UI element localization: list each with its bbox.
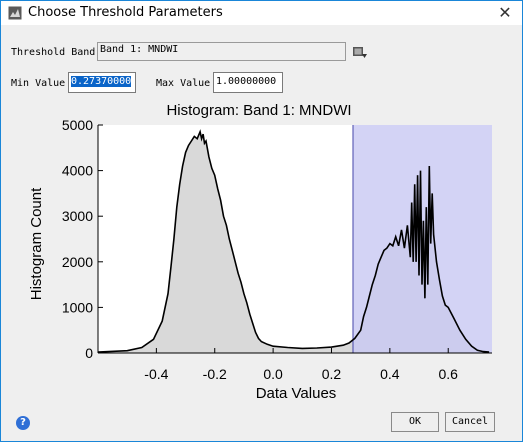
x-tick-label: -0.2 (203, 366, 227, 382)
x-axis-label: Data Values (256, 385, 337, 402)
x-tick-label: 0.2 (322, 366, 342, 382)
max-value-text: 1.00000000 (216, 76, 277, 87)
threshold-band-value: Band 1: MNDWI (100, 44, 179, 55)
title-bar: Choose Threshold Parameters ✕ (1, 1, 522, 25)
y-axis-label: Histogram Count (28, 187, 45, 300)
x-tick-label: 0.0 (263, 366, 283, 382)
ok-button[interactable]: OK (391, 412, 439, 432)
y-tick-label: 4000 (62, 163, 93, 179)
envi-app-icon (8, 6, 22, 20)
threshold-band-field[interactable]: Band 1: MNDWI (97, 42, 346, 61)
close-button[interactable]: ✕ (494, 3, 516, 23)
dialog-window: Choose Threshold Parameters ✕ Threshold … (0, 0, 523, 442)
threshold-band-label: Threshold Band (11, 47, 96, 58)
y-tick-label: 3000 (62, 208, 93, 224)
dialog-title: Choose Threshold Parameters (28, 5, 223, 20)
y-tick-label: 1000 (62, 299, 93, 315)
histogram-chart[interactable]: Histogram: Band 1: MNDWI Histogram Count… (1, 99, 522, 409)
min-value-text: 0.27370000 (71, 76, 132, 87)
max-value-input[interactable]: 1.00000000 (213, 72, 283, 93)
max-value-label: Max Value (156, 78, 211, 89)
x-tick-label: -0.4 (144, 366, 168, 382)
y-tick-label: 2000 (62, 254, 93, 270)
help-icon[interactable]: ? (16, 416, 30, 430)
x-tick-label: 0.6 (438, 366, 458, 382)
select-band-icon[interactable] (352, 45, 368, 61)
min-value-label: Min Value (11, 78, 66, 89)
chart-title: Histogram: Band 1: MNDWI (166, 102, 351, 119)
x-tick-label: 0.4 (380, 366, 400, 382)
y-tick-label: 5000 (62, 117, 93, 133)
plot-area[interactable]: -0.4 -0.2 0.0 0.2 0.4 0.6 0 1000 2000 3000 4000 500… (62, 117, 492, 382)
cancel-button[interactable]: Cancel (445, 412, 495, 432)
min-value-input[interactable]: 0.27370000 (68, 72, 136, 93)
y-tick-label: 0 (85, 345, 93, 361)
